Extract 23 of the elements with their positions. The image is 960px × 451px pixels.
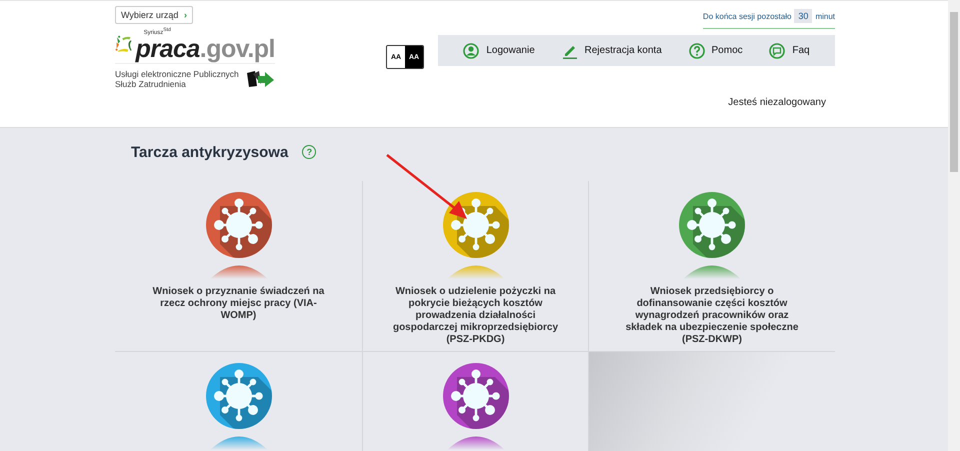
nav-link[interactable]: Faq — [769, 42, 810, 58]
logo-subtitle: Usługi elektroniczne Publicznych Służb Zatrudnienia — [115, 69, 239, 89]
scrollbar[interactable] — [948, 0, 960, 451]
logo-text: praca.gov.pl — [136, 37, 275, 61]
tile-title: Wniosek o przyznanie świadczeń na rzecz ochrony miejsc pracy (VIA-WOMP) — [152, 286, 326, 322]
application-tile[interactable]: Wniosek przedsiębiorcy o dofinansowanie części kosztów wynagrodzeń pracowników oraz składek na ubezpieczenie społeczne (PSZ-DKWP) — [588, 181, 835, 351]
nav-link[interactable]: Logowanie — [463, 42, 535, 58]
login-status: Jesteś niezalogowany — [728, 97, 826, 108]
application-tile[interactable]: Wniosek o przyznanie świadczeń na rzecz ochrony miejsc pracy (VIA-WOMP) — [115, 181, 362, 351]
chat-icon — [769, 42, 786, 58]
nav-link[interactable]: Rejestracja konta — [562, 42, 662, 58]
application-tile[interactable]: Wniosek o udzielenie pożyczki na pokrycie bieżących kosztów prowadzenia działalności gospodarczej mikroprzedsiębiorcy (PSZ-PKDG) — [362, 181, 588, 351]
nav-link[interactable]: Pomoc — [688, 42, 743, 58]
session-unit: minut — [815, 12, 835, 20]
arrow-cards-icon — [245, 70, 275, 88]
help-icon — [688, 42, 705, 58]
tile-title: Wniosek przedsiębiorcy o dofinansowanie części kosztów wynagrodzeń pracowników oraz składek na ubezpieczenie społeczne (PSZ-DKWP) — [624, 286, 800, 346]
section-title: Tarcza antykryzysowa — [131, 144, 288, 160]
tile-title: Wniosek o udzielenie pożyczki na pokrycie bieżących kosztów prowadzenia działalności gospodarczej mikroprzedsiębiorcy (PSZ-PKDG) — [392, 286, 560, 346]
session-label: Do końca sesji pozostało — [702, 12, 792, 20]
office-select-button[interactable]: Wybierz urząd › — [115, 6, 193, 24]
user-icon — [463, 42, 480, 58]
session-minutes: 30 — [794, 9, 812, 23]
